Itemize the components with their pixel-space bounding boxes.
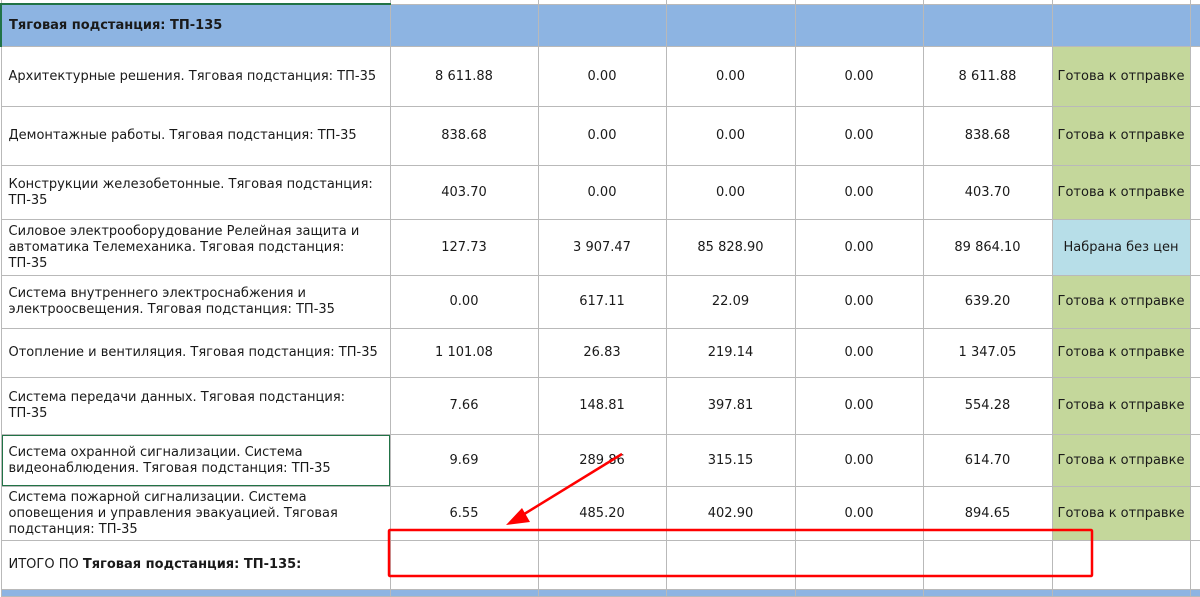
table-row: Система внутреннего электроснабжения и э… — [0, 275, 1200, 329]
value-cell-v1[interactable]: 9.69 — [389, 434, 539, 487]
table-row: Демонтажные работы. Тяговая подстанция: … — [0, 106, 1200, 166]
value-cell-v3[interactable]: 315.15 — [665, 434, 796, 487]
value-cell-v4[interactable]: 0.00 — [794, 219, 924, 276]
row-name-cell[interactable]: Силовое электрооборудование Релейная защ… — [0, 219, 391, 276]
total-section-name: Тяговая подстанция: ТП-135: — [82, 557, 302, 572]
value-cell-v3[interactable]: 22.09 — [665, 275, 796, 329]
value-cell-v2[interactable]: 617.11 — [537, 275, 667, 329]
value-cell-v3[interactable]: 402.90 — [665, 486, 796, 541]
total-value-cell[interactable] — [389, 540, 539, 590]
value-cell-v2[interactable]: 26.83 — [537, 328, 667, 378]
value-cell-v3[interactable]: 219.14 — [665, 328, 796, 378]
value-cell-v4[interactable]: 0.00 — [794, 434, 924, 487]
row-name-cell[interactable]: Демонтажные работы. Тяговая подстанция: … — [0, 106, 391, 166]
value-cell-v2[interactable]: 0.00 — [537, 165, 667, 220]
empty-cell[interactable] — [1189, 377, 1200, 435]
empty-cell[interactable] — [1189, 328, 1200, 378]
value-cell-v5[interactable]: 1 347.05 — [922, 328, 1053, 378]
status-cell[interactable]: Готова к отправке — [1051, 377, 1191, 435]
empty-cell[interactable] — [1189, 106, 1200, 166]
status-cell[interactable]: Готова к отправке — [1051, 328, 1191, 378]
table-row: Система охранной сигнализации. Система в… — [0, 434, 1200, 487]
total-value-cell[interactable] — [537, 540, 667, 590]
row-name-cell[interactable]: Система пожарной сигнализации. Система о… — [0, 486, 391, 541]
row-name-cell[interactable]: Система передачи данных. Тяговая подстан… — [0, 377, 391, 435]
status-cell[interactable]: Готова к отправке — [1051, 434, 1191, 487]
value-cell-v3[interactable]: 0.00 — [665, 106, 796, 166]
value-cell-v2[interactable]: 0.00 — [537, 46, 667, 107]
value-cell-v5[interactable]: 614.70 — [922, 434, 1053, 487]
value-cell-v5[interactable]: 894.65 — [922, 486, 1053, 541]
value-cell-v1[interactable]: 838.68 — [389, 106, 539, 166]
value-cell-v4[interactable]: 0.00 — [794, 275, 924, 329]
empty-cell[interactable] — [1189, 165, 1200, 220]
value-cell-v5[interactable]: 639.20 — [922, 275, 1053, 329]
empty-cell[interactable] — [1189, 540, 1200, 590]
total-value-cell[interactable] — [922, 540, 1053, 590]
value-cell-v5[interactable]: 554.28 — [922, 377, 1053, 435]
table-row: Силовое электрооборудование Релейная защ… — [0, 219, 1200, 276]
value-cell-v4[interactable]: 0.00 — [794, 106, 924, 166]
value-cell-v5[interactable]: 89 864.10 — [922, 219, 1053, 276]
status-cell[interactable]: Готова к отправке — [1051, 46, 1191, 107]
estimate-table: Тяговая подстанция: ТП-135 Архитектурные… — [0, 0, 1200, 597]
status-cell[interactable]: Готова к отправке — [1051, 106, 1191, 166]
value-cell-v2[interactable]: 3 907.47 — [537, 219, 667, 276]
value-cell-v4[interactable]: 0.00 — [794, 486, 924, 541]
status-cell[interactable]: Готова к отправке — [1051, 486, 1191, 541]
total-value-cell[interactable] — [665, 540, 796, 590]
total-value-cell[interactable] — [794, 540, 924, 590]
status-cell[interactable]: Набрана без цен — [1051, 219, 1191, 276]
table-row: Система пожарной сигнализации. Система о… — [0, 486, 1200, 541]
value-cell-v4[interactable]: 0.00 — [794, 328, 924, 378]
next-section-header-strip — [0, 589, 1200, 597]
empty-cell[interactable] — [1189, 486, 1200, 541]
value-cell-v1[interactable]: 8 611.88 — [389, 46, 539, 107]
value-cell-v1[interactable]: 403.70 — [389, 165, 539, 220]
row-name-cell[interactable]: Система внутреннего электроснабжения и э… — [0, 275, 391, 329]
empty-cell[interactable] — [1189, 46, 1200, 107]
row-name-cell[interactable]: Архитектурные решения. Тяговая подстанци… — [0, 46, 391, 107]
row-name-cell[interactable]: Отопление и вентиляция. Тяговая подстанц… — [0, 328, 391, 378]
value-cell-v5[interactable]: 8 611.88 — [922, 46, 1053, 107]
section-header-row: Тяговая подстанция: ТП-135 — [0, 3, 1200, 47]
value-cell-v2[interactable]: 485.20 — [537, 486, 667, 541]
value-cell-v3[interactable]: 0.00 — [665, 46, 796, 107]
total-label-cell[interactable]: ИТОГО ПО Тяговая подстанция: ТП-135: — [0, 540, 391, 590]
empty-cell[interactable] — [1189, 219, 1200, 276]
table-row: Архитектурные решения. Тяговая подстанци… — [0, 46, 1200, 107]
table-row: Отопление и вентиляция. Тяговая подстанц… — [0, 328, 1200, 378]
value-cell-v1[interactable]: 1 101.08 — [389, 328, 539, 378]
value-cell-v1[interactable]: 7.66 — [389, 377, 539, 435]
value-cell-v3[interactable]: 0.00 — [665, 165, 796, 220]
status-cell[interactable]: Готова к отправке — [1051, 275, 1191, 329]
table-row: Система передачи данных. Тяговая подстан… — [0, 377, 1200, 435]
value-cell-v4[interactable]: 0.00 — [794, 46, 924, 107]
value-cell-v3[interactable]: 85 828.90 — [665, 219, 796, 276]
value-cell-v5[interactable]: 838.68 — [922, 106, 1053, 166]
value-cell-v5[interactable]: 403.70 — [922, 165, 1053, 220]
total-row: ИТОГО ПО Тяговая подстанция: ТП-135: — [0, 540, 1200, 590]
empty-cell[interactable] — [1189, 434, 1200, 487]
value-cell-v1[interactable]: 127.73 — [389, 219, 539, 276]
value-cell-v4[interactable]: 0.00 — [794, 165, 924, 220]
value-cell-v4[interactable]: 0.00 — [794, 377, 924, 435]
value-cell-v2[interactable]: 148.81 — [537, 377, 667, 435]
total-prefix: ИТОГО ПО — [8, 557, 83, 572]
total-value-cell[interactable] — [1051, 540, 1191, 590]
value-cell-v2[interactable]: 0.00 — [537, 106, 667, 166]
row-name-cell[interactable]: Система охранной сигнализации. Система в… — [0, 434, 391, 487]
row-name-cell[interactable]: Конструкции железобетонные. Тяговая подс… — [0, 165, 391, 220]
table-row: Конструкции железобетонные. Тяговая подс… — [0, 165, 1200, 220]
value-cell-v1[interactable]: 0.00 — [389, 275, 539, 329]
value-cell-v2[interactable]: 289.86 — [537, 434, 667, 487]
status-cell[interactable]: Готова к отправке — [1051, 165, 1191, 220]
value-cell-v1[interactable]: 6.55 — [389, 486, 539, 541]
empty-cell[interactable] — [1189, 275, 1200, 329]
section-title[interactable]: Тяговая подстанция: ТП-135 — [0, 3, 391, 47]
value-cell-v3[interactable]: 397.81 — [665, 377, 796, 435]
